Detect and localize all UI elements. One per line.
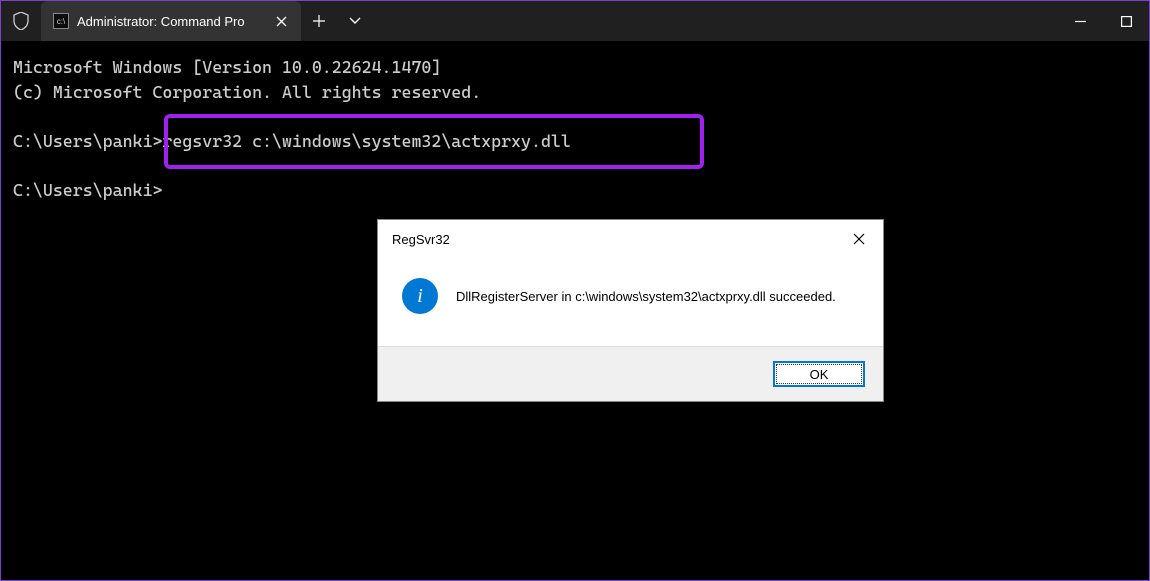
info-icon: i	[402, 278, 438, 314]
dialog-footer: OK	[378, 346, 883, 401]
shield-icon	[1, 12, 41, 30]
tab-dropdown-button[interactable]	[337, 1, 373, 41]
minimize-button[interactable]	[1057, 1, 1103, 41]
dialog-close-button[interactable]	[843, 226, 875, 252]
dialog-message: DllRegisterServer in c:\windows\system32…	[456, 289, 836, 304]
ok-button[interactable]: OK	[773, 361, 865, 387]
titlebar-left: c:\ Administrator: Command Pro	[1, 1, 373, 41]
terminal-command: regsvr32 c:\windows\system32\actxprxy.dl…	[162, 131, 570, 151]
tab-title: Administrator: Command Pro	[77, 14, 263, 29]
dialog-body: i DllRegisterServer in c:\windows\system…	[378, 258, 883, 346]
new-tab-button[interactable]	[301, 1, 337, 41]
terminal-prompt: C:\Users\panki>	[13, 180, 162, 200]
window-controls	[1057, 1, 1149, 41]
terminal-line: Microsoft Windows [Version 10.0.22624.14…	[13, 57, 441, 77]
terminal-line: (c) Microsoft Corporation. All rights re…	[13, 82, 481, 102]
window-titlebar: c:\ Administrator: Command Pro	[1, 1, 1149, 41]
terminal-tab[interactable]: c:\ Administrator: Command Pro	[41, 1, 301, 41]
dialog-titlebar[interactable]: RegSvr32	[378, 220, 883, 258]
regsvr32-dialog: RegSvr32 i DllRegisterServer in c:\windo…	[377, 219, 884, 402]
maximize-button[interactable]	[1103, 1, 1149, 41]
close-tab-button[interactable]	[271, 11, 291, 31]
terminal-prompt: C:\Users\panki>	[13, 131, 162, 151]
dialog-title: RegSvr32	[392, 232, 450, 247]
cmd-icon: c:\	[53, 13, 69, 29]
